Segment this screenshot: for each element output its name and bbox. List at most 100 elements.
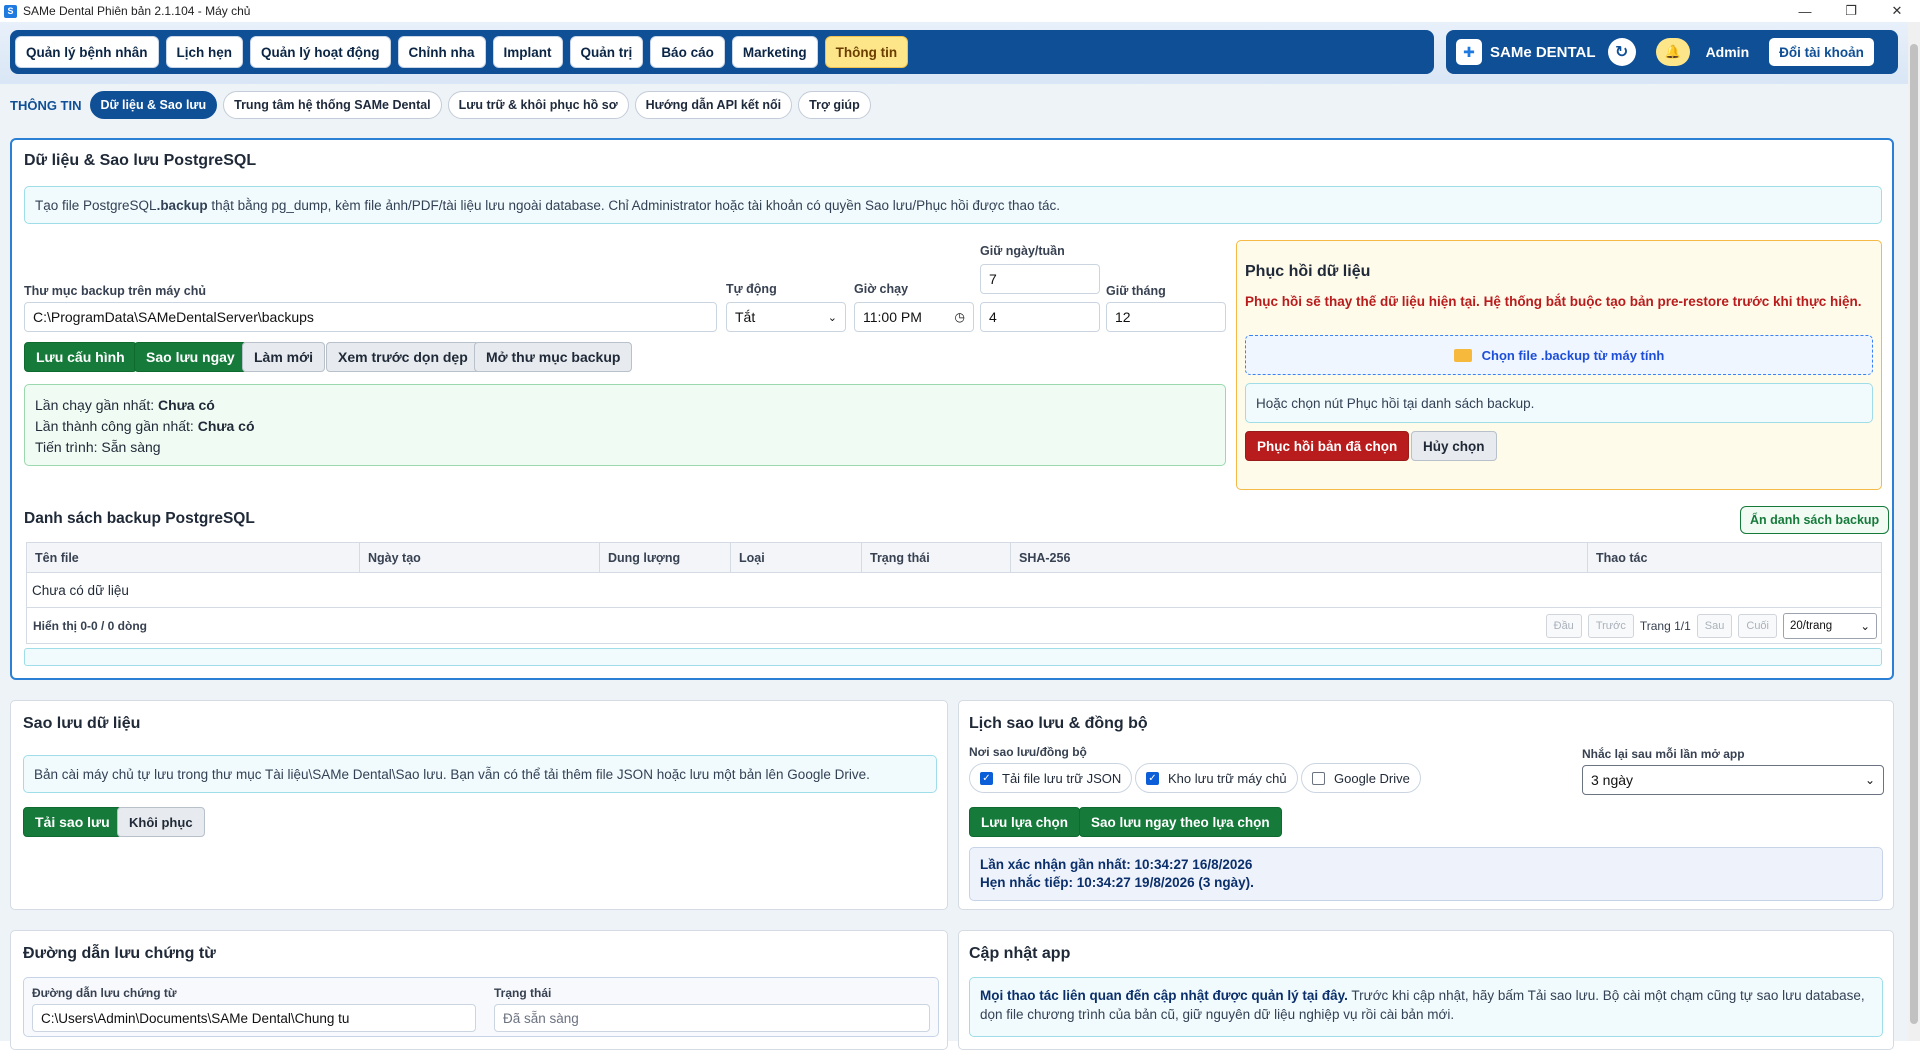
nav-marketing[interactable]: Marketing — [731, 36, 818, 68]
vertical-scrollbar[interactable] — [1908, 22, 1920, 1041]
tab-help[interactable]: Trợ giúp — [798, 91, 871, 119]
tab-archive-restore[interactable]: Lưu trữ & khôi phục hồ sơ — [447, 91, 629, 119]
checkbox-empty-icon[interactable] — [1312, 771, 1325, 785]
auto-select[interactable]: Tắt ⌄ — [726, 302, 846, 332]
choose-file-dropzone[interactable]: Chọn file .backup từ máy tính — [1245, 335, 1873, 375]
save-choice-button[interactable]: Lưu lựa chọn — [969, 807, 1081, 837]
backup-now-button[interactable]: Sao lưu ngay — [134, 342, 247, 372]
voucher-path-input[interactable]: C:\Users\Admin\Documents\SAMe Dental\Chu… — [32, 1004, 476, 1032]
col-size[interactable]: Dung lượng — [600, 543, 731, 572]
backup-table: Tên file Ngày tạo Dung lượng Loại Trạng … — [26, 542, 1882, 644]
info-text-post: thật bằng pg_dump, kèm file ảnh/PDF/tài … — [207, 197, 1061, 213]
hide-list-button[interactable]: Ẩn danh sách backup — [1740, 506, 1890, 534]
restore-backup-button[interactable]: Khôi phục — [117, 807, 205, 837]
backup-folder-input[interactable]: C:\ProgramData\SAMeDentalServer\backups — [24, 302, 717, 332]
nav-info[interactable]: Thông tin — [824, 36, 909, 68]
col-sha256[interactable]: SHA-256 — [1011, 543, 1588, 572]
panel-title: Dữ liệu & Sao lưu PostgreSQL — [24, 152, 257, 169]
update-info: Mọi thao tác liên quan đến cập nhật được… — [969, 977, 1883, 1037]
schedule-title: Lịch sao lưu & đồng bộ — [969, 715, 1148, 732]
scrollbar-thumb[interactable] — [1910, 44, 1918, 1024]
auto-select-value: Tắt — [735, 309, 756, 325]
tab-api-guide[interactable]: Hướng dẫn API kết nối — [634, 91, 793, 119]
per-page-value: 20/trang — [1790, 619, 1833, 632]
restore-hint: Hoặc chọn nút Phục hồi tại danh sách bac… — [1245, 383, 1873, 423]
col-filename[interactable]: Tên file — [27, 543, 360, 572]
keep-day-input[interactable]: 7 — [980, 264, 1100, 294]
nav-admin[interactable]: Quản trị — [569, 36, 644, 68]
maximize-button[interactable]: ❐ — [1828, 0, 1874, 22]
chevron-down-icon: ⌄ — [1864, 773, 1875, 787]
prev-page-button[interactable]: Trước — [1587, 613, 1634, 638]
restore-selected-button[interactable]: Phục hồi bản đã chọn — [1245, 431, 1410, 461]
table-pager: Hiển thị 0-0 / 0 dòng Đầu Trước Trang 1/… — [27, 607, 1881, 643]
remind-select[interactable]: 3 ngày ⌄ — [1582, 765, 1884, 795]
data-backup-card: Sao lưu dữ liệu Bản cài máy chủ tự lưu t… — [10, 700, 948, 910]
voucher-path-label: Đường dẫn lưu chứng từ — [32, 986, 177, 1000]
last-page-button[interactable]: Cuối — [1738, 613, 1777, 638]
switch-account-button[interactable]: Đổi tài khoản — [1769, 38, 1874, 66]
col-type[interactable]: Loại — [731, 543, 862, 572]
option-drive-label: Google Drive — [1334, 770, 1410, 786]
save-config-button[interactable]: Lưu cấu hình — [24, 342, 137, 372]
option-json[interactable]: ✓ Tải file lưu trữ JSON — [969, 763, 1133, 793]
close-button[interactable]: ✕ — [1874, 0, 1920, 22]
per-page-select[interactable]: 20/trang ⌄ — [1783, 612, 1877, 639]
keep-label: Giữ ngày/tuần — [980, 244, 1065, 258]
section-label: THÔNG TIN — [10, 97, 82, 113]
first-page-button[interactable]: Đầu — [1545, 613, 1582, 638]
nav-reports[interactable]: Báo cáo — [650, 36, 725, 68]
refresh-icon[interactable]: ↻ — [1607, 38, 1636, 66]
voucher-status-input[interactable]: Đã sẵn sàng — [494, 1004, 930, 1032]
open-folder-button[interactable]: Mở thư mục backup — [474, 342, 633, 372]
backup-by-choice-button[interactable]: Sao lưu ngay theo lựa chọn — [1079, 807, 1282, 837]
backup-status: Lần chạy gần nhất: Chưa có Lần thành côn… — [24, 384, 1226, 466]
voucher-status-label: Trạng thái — [494, 986, 552, 1000]
preview-cleanup-button[interactable]: Xem trước dọn dẹp — [326, 342, 480, 372]
option-google-drive[interactable]: Google Drive — [1301, 763, 1421, 793]
brand-logo-icon: ✚ — [1456, 39, 1482, 65]
user-name[interactable]: Admin — [1706, 44, 1750, 60]
tab-system-center[interactable]: Trung tâm hệ thống SAMe Dental — [223, 91, 442, 119]
col-created[interactable]: Ngày tạo — [360, 543, 600, 572]
col-actions: Thao tác — [1596, 550, 1648, 565]
window-title: SAMe Dental Phiên bản 2.1.104 - Máy chủ — [23, 4, 251, 18]
download-backup-button[interactable]: Tải sao lưu — [23, 807, 122, 837]
nav-patients[interactable]: Quản lý bệnh nhân — [15, 36, 159, 68]
option-server-storage[interactable]: ✓ Kho lưu trữ máy chủ — [1135, 763, 1298, 793]
tab-data-backup[interactable]: Dữ liệu & Sao lưu — [89, 91, 218, 119]
clock-icon[interactable]: ◷ — [955, 310, 965, 324]
nav-implant[interactable]: Implant — [492, 36, 563, 68]
keep-month-input[interactable]: 12 — [1106, 302, 1226, 332]
minimize-button[interactable]: — — [1782, 0, 1828, 22]
col-status[interactable]: Trạng thái — [862, 543, 1011, 572]
chevron-down-icon: ⌄ — [827, 311, 837, 324]
restore-warning: Phục hồi sẽ thay thế dữ liệu hiện tại. H… — [1245, 294, 1862, 309]
nav-orthodontics[interactable]: Chỉnh nha — [397, 36, 486, 68]
checkbox-checked-icon[interactable]: ✓ — [980, 771, 993, 785]
app-logo-icon: S — [4, 4, 17, 18]
brand-bar: ✚ SAMe DENTAL ↻ 🔔 Admin Đổi tài khoản — [1446, 30, 1898, 74]
time-input[interactable]: 11:00 PM ◷ — [854, 302, 974, 332]
option-server-label: Kho lưu trữ máy chủ — [1168, 770, 1287, 786]
next-page-button[interactable]: Sau — [1696, 613, 1733, 638]
bell-icon[interactable]: 🔔 — [1655, 38, 1690, 66]
main-menu: Quản lý bệnh nhân Lịch hẹn Quản lý hoạt … — [10, 30, 1434, 74]
time-value: 11:00 PM — [863, 309, 922, 325]
auto-label: Tự động — [726, 282, 777, 296]
last-confirm-text: Lần xác nhận gần nhất: 10:34:27 16/8/202… — [980, 857, 1253, 872]
option-json-label: Tải file lưu trữ JSON — [1002, 770, 1122, 786]
cancel-selection-button[interactable]: Hủy chọn — [1411, 431, 1497, 461]
sub-navigation: THÔNG TIN Dữ liệu & Sao lưu Trung tâm hệ… — [0, 84, 1908, 126]
top-navigation: Quản lý bệnh nhân Lịch hẹn Quản lý hoạt … — [0, 22, 1908, 84]
keep-week-input[interactable]: 4 — [980, 302, 1100, 332]
nav-activities[interactable]: Quản lý hoạt động — [250, 36, 391, 68]
table-footer-strip — [24, 648, 1882, 666]
restore-panel: Phục hồi dữ liệu Phục hồi sẽ thay thế dữ… — [1236, 240, 1882, 490]
checkbox-checked-icon[interactable]: ✓ — [1146, 771, 1159, 785]
refresh-button[interactable]: Làm mới — [242, 342, 325, 372]
nav-appointments[interactable]: Lịch hẹn — [165, 36, 244, 68]
folder-icon — [1453, 348, 1472, 362]
brand-name: SAMe DENTAL — [1490, 43, 1596, 61]
postgres-backup-panel: Dữ liệu & Sao lưu PostgreSQL Tạo file Po… — [10, 138, 1894, 680]
